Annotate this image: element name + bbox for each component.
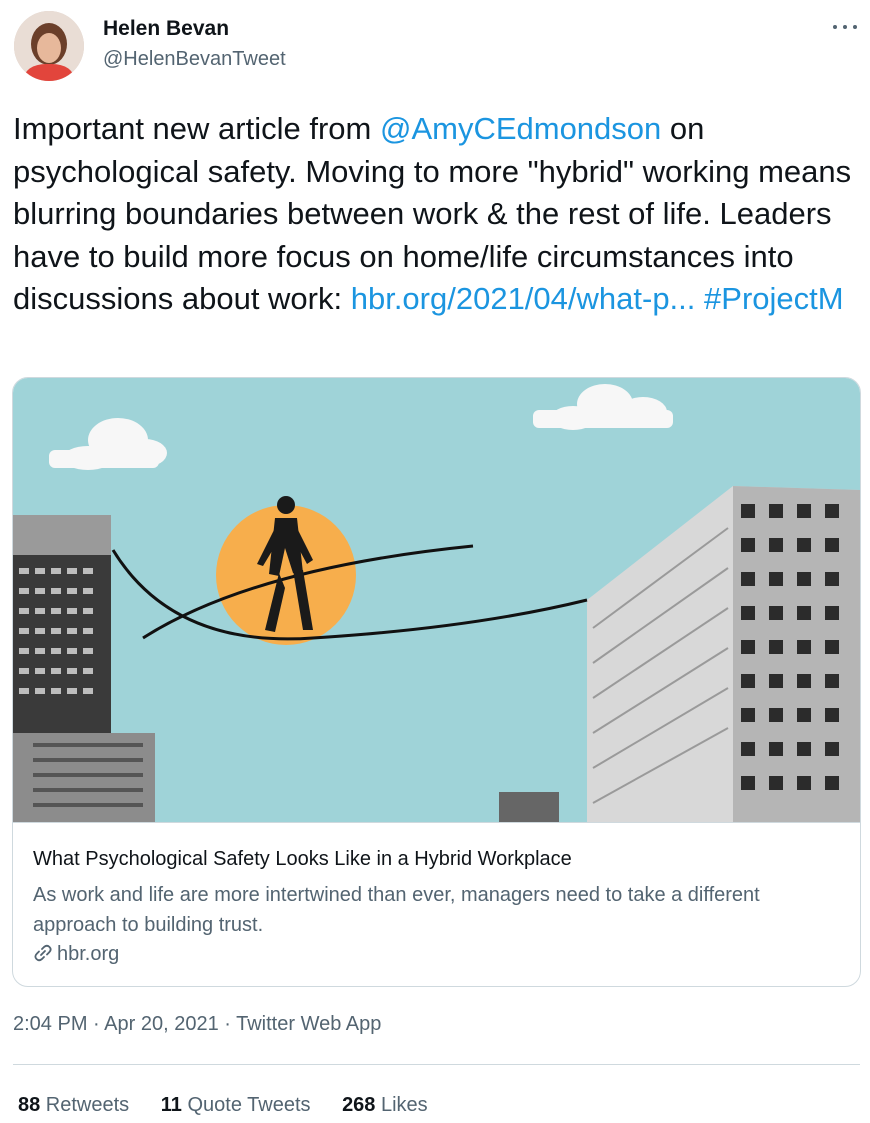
- retweets-stat[interactable]: 88 Retweets: [18, 1094, 129, 1117]
- divider: [13, 1064, 860, 1065]
- article-link[interactable]: hbr.org/2021/04/what-p...: [351, 281, 696, 316]
- avatar[interactable]: [14, 11, 84, 81]
- author-name[interactable]: Helen Bevan: [103, 17, 229, 41]
- tweet-time[interactable]: 2:04 PM: [13, 1013, 87, 1035]
- tweet-text-space: [695, 281, 704, 316]
- more-options-icon[interactable]: [830, 12, 860, 42]
- card-domain: hbr.org: [33, 943, 119, 966]
- retweets-label: Retweets: [40, 1094, 130, 1116]
- quote-tweets-stat[interactable]: 11 Quote Tweets: [161, 1094, 311, 1117]
- card-title: What Psychological Safety Looks Like in …: [33, 848, 572, 870]
- link-card[interactable]: What Psychological Safety Looks Like in …: [12, 377, 861, 987]
- card-image: [13, 378, 860, 822]
- likes-stat[interactable]: 268 Likes: [342, 1094, 428, 1117]
- likes-count: 268: [342, 1094, 376, 1116]
- meta-separator: ·: [218, 1013, 237, 1035]
- tweet-stats: 88 Retweets 11 Quote Tweets 268 Likes: [18, 1094, 454, 1117]
- tweet-date[interactable]: Apr 20, 2021: [104, 1013, 219, 1035]
- card-text: What Psychological Safety Looks Like in …: [13, 822, 860, 986]
- card-description: As work and life are more intertwined th…: [33, 884, 760, 936]
- tweet-text-part: Important new article from: [13, 111, 380, 146]
- author-handle[interactable]: @HelenBevanTweet: [103, 48, 286, 71]
- hashtag-link[interactable]: #ProjectM: [704, 281, 844, 316]
- quote-tweets-count: 11: [160, 1094, 182, 1116]
- link-icon: [34, 944, 52, 962]
- tweet-header: Helen Bevan @HelenBevanTweet: [0, 0, 870, 100]
- likes-label: Likes: [375, 1094, 428, 1116]
- tweet-source[interactable]: Twitter Web App: [236, 1013, 381, 1035]
- tweet-text: Important new article from @AmyCEdmondso…: [13, 108, 863, 321]
- retweets-count: 88: [18, 1094, 41, 1116]
- card-domain-text: hbr.org: [57, 943, 120, 965]
- mention-link[interactable]: @AmyCEdmondson: [380, 111, 661, 146]
- tweet-meta: 2:04 PM · Apr 20, 2021 · Twitter Web App: [13, 1013, 381, 1036]
- meta-separator: ·: [87, 1013, 105, 1035]
- quote-tweets-label: Quote Tweets: [181, 1094, 311, 1116]
